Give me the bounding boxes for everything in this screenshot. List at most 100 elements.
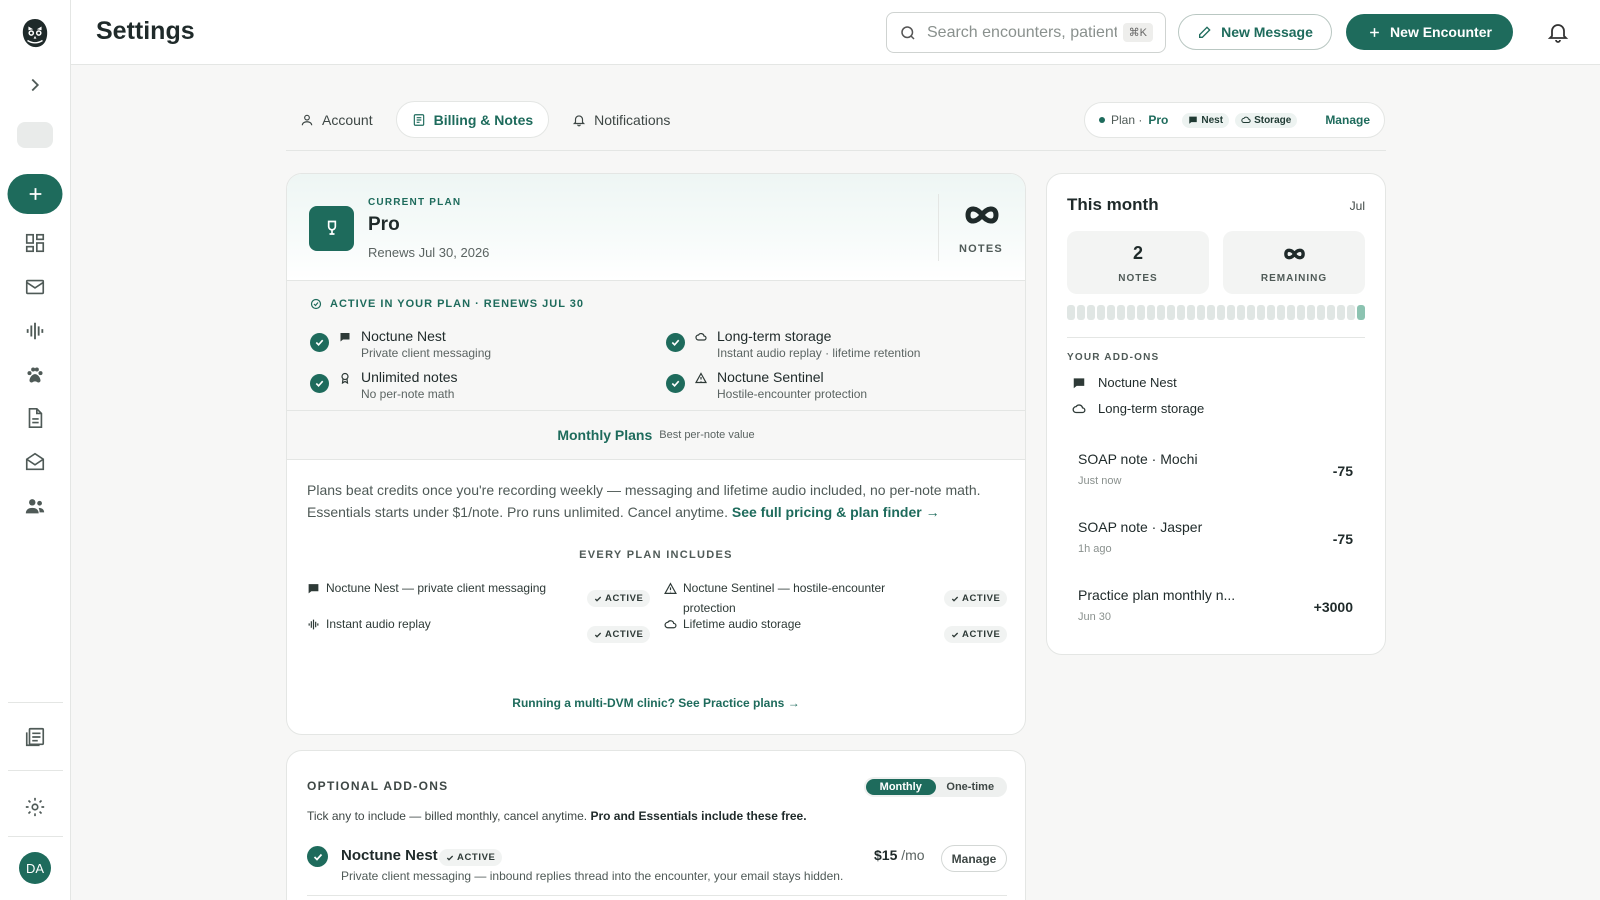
addon-price-value: $15 <box>874 847 898 863</box>
your-addon-item: Long-term storage <box>1072 401 1204 416</box>
feature-item: Long-term storage Instant audio replay · … <box>666 328 920 361</box>
paw-icon[interactable] <box>23 363 47 387</box>
feature-title: Noctune Nest <box>361 328 446 344</box>
card-divider <box>1067 337 1365 338</box>
search-box[interactable]: ⌘K <box>886 12 1166 53</box>
new-encounter-button[interactable]: New Encounter <box>1346 14 1513 50</box>
feature-sub: Hostile-encounter protection <box>717 387 868 401</box>
active-badge: ACTIVE <box>587 626 651 643</box>
tab-notifications[interactable]: Notifications <box>557 101 685 138</box>
meter-segment <box>1177 305 1185 320</box>
feature-item: Noctune Nest Private client messaging <box>310 328 491 361</box>
usage-meter <box>1067 305 1365 320</box>
addon-manage-button[interactable]: Manage <box>941 845 1007 872</box>
feature-item: Noctune Sentinel Hostile-encounter protec… <box>666 369 867 402</box>
nest-chip: Nest <box>1182 112 1230 128</box>
included-item: Lifetime audio storage <box>664 614 894 634</box>
pricing-link[interactable]: See full pricing & plan finder → <box>732 504 940 520</box>
meter-segment <box>1347 305 1355 320</box>
meter-segment <box>1327 305 1335 320</box>
this-month-title: This month <box>1067 195 1159 214</box>
chat-icon <box>1189 116 1198 124</box>
toggle-monthly[interactable]: Monthly <box>866 779 936 795</box>
document-icon[interactable] <box>23 406 47 430</box>
addons-label: OPTIONAL ADD-ONS <box>307 779 449 793</box>
audio-waveform-icon[interactable] <box>23 319 47 343</box>
plan-pill-label: Plan · <box>1111 113 1143 127</box>
your-addon-name: Noctune Nest <box>1098 375 1177 390</box>
bell-icon[interactable] <box>1546 20 1570 44</box>
transaction-row[interactable]: SOAP note · Mochi Just now -75 <box>1078 451 1353 487</box>
remaining-stat: REMAINING <box>1223 231 1365 294</box>
active-badge-text: ACTIVE <box>457 852 496 863</box>
new-message-button[interactable]: New Message <box>1178 14 1332 50</box>
meter-segment <box>1147 305 1155 320</box>
sidebar-divider <box>8 836 63 837</box>
monthly-plans-sub: Best per-note value <box>659 429 755 441</box>
tab-label: Billing & Notes <box>433 111 534 128</box>
feature-title: Noctune Sentinel <box>717 369 824 385</box>
notes-count: 2 <box>1132 243 1143 263</box>
meter-segment <box>1227 305 1235 320</box>
active-badge: ACTIVE <box>944 590 1008 607</box>
your-addon-item: Noctune Nest <box>1072 375 1177 390</box>
transaction-amount: -75 <box>1332 463 1353 479</box>
transaction-amount: +3000 <box>1313 599 1353 615</box>
owl-logo-icon[interactable] <box>19 16 51 50</box>
optional-addons-card: OPTIONAL ADD-ONS Monthly One-time Tick a… <box>286 750 1026 900</box>
practice-plans-link[interactable]: Running a multi-DVM clinic? See Practice… <box>287 696 1025 710</box>
inbox-icon[interactable] <box>23 450 47 474</box>
cloud-icon <box>695 332 707 341</box>
dashboard-icon[interactable] <box>23 231 47 255</box>
team-icon[interactable] <box>23 494 47 518</box>
meter-segment <box>1137 305 1145 320</box>
cloud-icon <box>1241 116 1251 123</box>
check-icon <box>951 632 959 638</box>
addons-description: Tick any to include — billed monthly, ca… <box>307 809 807 823</box>
addon-checkbox[interactable] <box>307 846 328 867</box>
addon-divider <box>307 895 1007 896</box>
avatar[interactable]: DA <box>19 852 51 884</box>
transaction-time: Jun 30 <box>1078 611 1112 623</box>
plans-copy: Plans beat credits once you're recording… <box>307 479 1007 523</box>
transaction-row[interactable]: SOAP note · Jasper 1h ago -75 <box>1078 519 1353 555</box>
mail-icon[interactable] <box>23 275 47 299</box>
warning-icon <box>695 372 707 384</box>
infinity-icon <box>962 202 1002 228</box>
meter-segment <box>1357 305 1365 320</box>
tab-account[interactable]: Account <box>285 101 388 138</box>
plan-manage-link[interactable]: Manage <box>1325 113 1370 127</box>
transaction-row[interactable]: Practice plan monthly n... Jun 30 +3000 <box>1078 587 1353 623</box>
receipt-icon <box>413 113 424 126</box>
tab-billing-notes[interactable]: Billing & Notes <box>395 101 550 138</box>
create-button[interactable] <box>7 174 63 214</box>
transaction-amount: -75 <box>1332 531 1353 547</box>
expand-sidebar-icon[interactable] <box>24 74 46 96</box>
search-input[interactable] <box>927 23 1117 42</box>
month-selector[interactable]: Jul <box>1350 199 1365 213</box>
monthly-plans-row[interactable]: Monthly Plans Best per-note value <box>287 411 1025 460</box>
notes-list-icon[interactable] <box>23 725 47 749</box>
check-icon <box>446 855 454 861</box>
page-title: Settings <box>96 17 195 45</box>
meter-segment <box>1267 305 1275 320</box>
plan-pill-plan: Pro <box>1148 113 1169 127</box>
meter-segment <box>1277 305 1285 320</box>
included-item: Instant audio replay <box>307 614 557 634</box>
search-icon <box>901 25 915 40</box>
gear-icon[interactable] <box>23 795 47 819</box>
current-plan-card: CURRENT PLAN Pro Renews Jul 30, 2026 NOT… <box>286 173 1026 735</box>
plan-renew-date: Renews Jul 30, 2026 <box>368 245 490 260</box>
notes-stat-label: NOTES <box>1118 273 1158 284</box>
included-item-label: Noctune Nest — private client messaging <box>326 581 547 595</box>
your-addon-name: Long-term storage <box>1098 401 1205 416</box>
meter-segment <box>1337 305 1345 320</box>
billing-toggle: Monthly One-time <box>864 777 1007 797</box>
meter-segment <box>1287 305 1295 320</box>
shortcut-badge: ⌘K <box>1122 23 1153 42</box>
user-icon <box>301 114 313 125</box>
meter-segment <box>1167 305 1175 320</box>
workspace-pill[interactable] <box>17 122 53 148</box>
toggle-one-time[interactable]: One-time <box>936 779 1006 795</box>
feature-item: Unlimited notes No per-note math <box>310 369 458 402</box>
